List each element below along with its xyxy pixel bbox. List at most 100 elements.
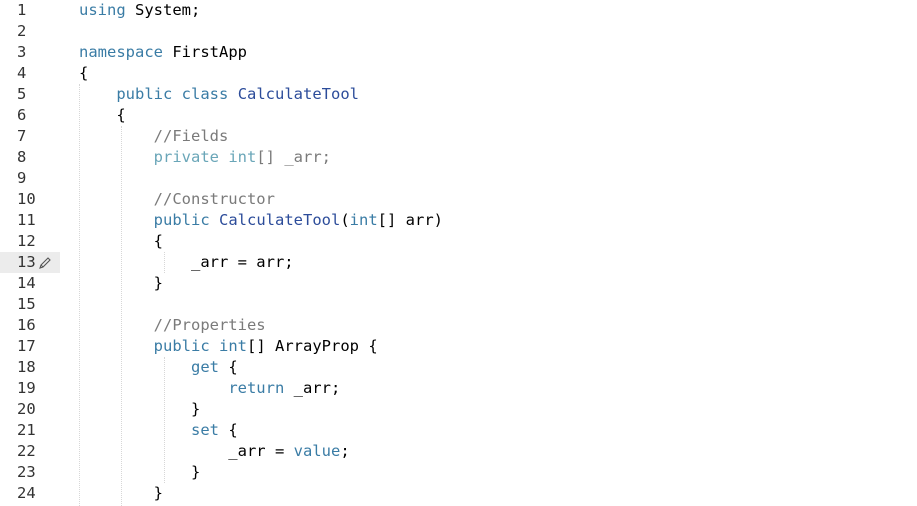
code-line[interactable]: //Fields [79, 126, 229, 147]
line-number: 12 [17, 232, 36, 250]
code-text-area[interactable]: using System; namespace FirstApp{ public … [79, 0, 917, 506]
code-token: //Properties [153, 316, 266, 334]
code-token: public [153, 337, 210, 355]
code-line[interactable]: return _arr; [79, 378, 340, 399]
code-token: } [79, 484, 163, 502]
code-token: [] arr) [377, 211, 443, 229]
code-token: namespace [79, 43, 163, 61]
code-line[interactable]: public class CalculateTool [79, 84, 359, 105]
code-token: //Constructor [153, 190, 275, 208]
code-token: FirstApp [163, 43, 247, 61]
line-number: 10 [17, 190, 36, 208]
code-token: get [190, 358, 219, 376]
code-token: private [153, 148, 219, 166]
code-line[interactable]: _arr = value; [79, 441, 350, 462]
line-number: 19 [17, 379, 36, 397]
code-token: public [153, 211, 210, 229]
code-line[interactable]: private int[] _arr; [79, 147, 331, 168]
code-line[interactable]: public CalculateTool(int[] arr) [79, 210, 443, 231]
code-token: [] ArrayProp { [247, 337, 378, 355]
code-line[interactable]: _arr = arr; [79, 252, 294, 273]
code-token: { [79, 64, 89, 82]
code-line[interactable]: public int[] ArrayProp { [79, 336, 378, 357]
code-token: _arr = [79, 442, 294, 460]
code-token: { [79, 106, 126, 124]
line-number: 2 [17, 22, 27, 40]
line-number: 17 [17, 337, 36, 355]
code-line[interactable]: { [79, 63, 88, 84]
code-line[interactable]: } [79, 483, 163, 504]
line-number: 8 [17, 148, 27, 166]
line-number: 11 [17, 211, 36, 229]
code-token: _arr = arr; [79, 253, 294, 271]
line-number: 9 [17, 169, 27, 187]
line-number: 20 [17, 400, 36, 418]
code-token: using [79, 1, 126, 19]
code-token: int [349, 211, 378, 229]
code-line[interactable]: get { [79, 357, 238, 378]
line-number: 24 [17, 484, 36, 502]
line-number: 18 [17, 358, 36, 376]
code-token: set [190, 421, 219, 439]
line-number: 13 [17, 253, 36, 271]
code-token: [] _arr; [256, 148, 331, 166]
code-token: { [79, 232, 163, 250]
code-line[interactable]: //Properties [79, 315, 266, 336]
code-token: _arr; [284, 379, 341, 397]
line-number: 21 [17, 421, 36, 439]
line-number: 6 [17, 106, 27, 124]
line-number: 3 [17, 43, 27, 61]
code-token: int [219, 337, 247, 355]
code-token: ; [340, 442, 350, 460]
code-token: //Fields [153, 127, 229, 145]
code-token: public [116, 85, 173, 103]
line-number-gutter[interactable]: 1 2 3 4 5 6 7 8 9 10 11 12 13 14 15 16 17 18 19 20 21 22 23 24 [0, 0, 60, 506]
code-line[interactable]: } [79, 399, 200, 420]
code-token: class [181, 85, 229, 103]
code-editor[interactable]: 1 2 3 4 5 6 7 8 9 10 11 12 13 14 15 16 17 18 19 20 21 22 23 24 … [0, 0, 917, 506]
code-line[interactable]: } [79, 462, 200, 483]
code-token: value [293, 442, 341, 460]
code-token: ( [340, 211, 350, 229]
code-line[interactable]: using System; [79, 0, 200, 21]
code-token: } [79, 274, 163, 292]
code-line[interactable]: { [79, 105, 126, 126]
code-token: } [79, 400, 201, 418]
code-token: { [218, 358, 238, 376]
code-token: CalculateTool [219, 211, 341, 229]
line-number: 14 [17, 274, 36, 292]
code-line[interactable]: } [79, 273, 163, 294]
code-line[interactable]: namespace FirstApp [79, 42, 247, 63]
line-number: 22 [17, 442, 36, 460]
line-number: 5 [17, 85, 27, 103]
line-number: 1 [17, 1, 27, 19]
code-line[interactable]: set { [79, 420, 238, 441]
code-token: System; [125, 1, 201, 19]
code-line[interactable]: { [79, 231, 163, 252]
line-number: 16 [17, 316, 36, 334]
line-number: 4 [17, 64, 27, 82]
line-number: 23 [17, 463, 36, 481]
line-number: 7 [17, 127, 27, 145]
code-token: { [218, 421, 238, 439]
code-token: return [228, 379, 285, 397]
line-number: 15 [17, 295, 36, 313]
code-line[interactable]: //Constructor [79, 189, 275, 210]
code-token: } [79, 463, 201, 481]
code-token: int [228, 148, 257, 166]
